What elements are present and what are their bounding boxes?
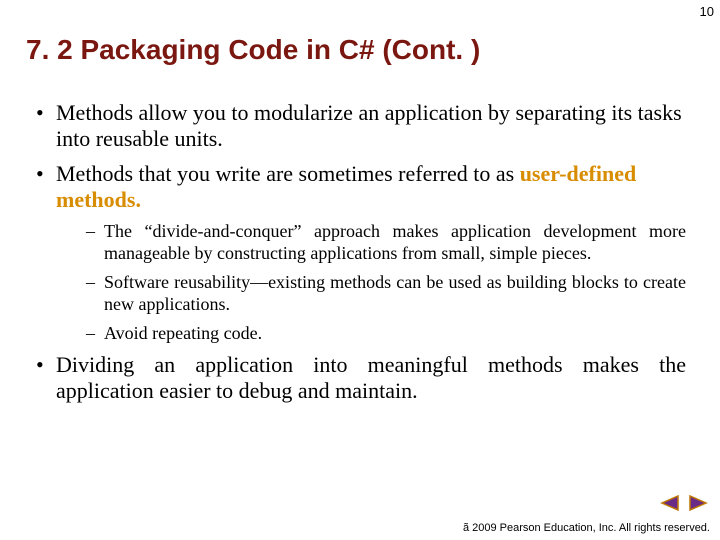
slide: 10 7. 2 Packaging Code in C# (Cont. ) Me… bbox=[0, 0, 720, 540]
slide-title: 7. 2 Packaging Code in C# (Cont. ) bbox=[26, 34, 480, 66]
bullet-list: Methods allow you to modularize an appli… bbox=[36, 100, 686, 405]
bullet-2: Methods that you write are sometimes ref… bbox=[36, 161, 686, 344]
bullet-2-text: Methods that you write are sometimes ref… bbox=[56, 161, 520, 186]
slide-content: Methods allow you to modularize an appli… bbox=[36, 100, 686, 413]
triangle-right-icon bbox=[688, 495, 708, 511]
bullet-1: Methods allow you to modularize an appli… bbox=[36, 100, 686, 153]
sub-bullet-3: Avoid repeating code. bbox=[86, 322, 686, 345]
sub-bullet-2: Software reusability—existing methods ca… bbox=[86, 271, 686, 316]
sub-bullet-list: The “divide-and-conquer” approach makes … bbox=[56, 220, 686, 345]
next-button[interactable] bbox=[688, 495, 708, 511]
bullet-3: Dividing an application into meaningful … bbox=[36, 352, 686, 405]
prev-button[interactable] bbox=[660, 495, 680, 511]
triangle-left-icon bbox=[660, 495, 680, 511]
sub-bullet-1: The “divide-and-conquer” approach makes … bbox=[86, 220, 686, 265]
nav-buttons bbox=[656, 495, 708, 516]
page-number: 10 bbox=[700, 4, 714, 19]
copyright-footer: ã 2009 Pearson Education, Inc. All right… bbox=[463, 522, 710, 534]
